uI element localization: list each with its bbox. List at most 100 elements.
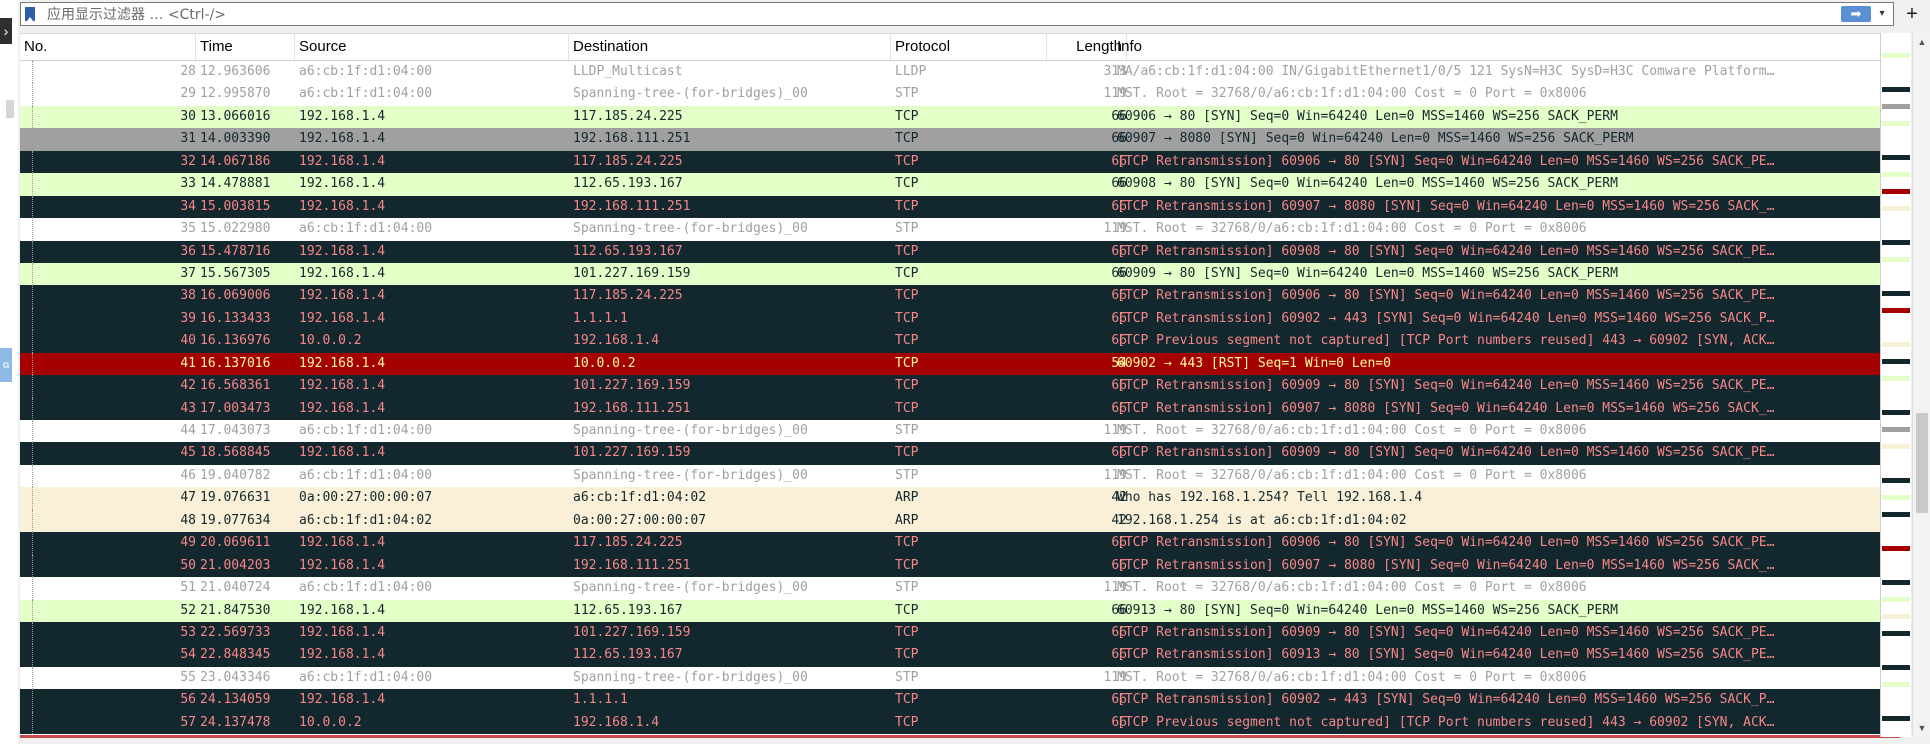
column-header-no[interactable]: No. bbox=[20, 34, 196, 60]
packet-row[interactable]: 31 14.003390 192.168.1.4 192.168.111.251 TCP… bbox=[20, 128, 1900, 151]
packet-info: [TCP Retransmission] 60906 → 80 [SYN] Se… bbox=[1117, 535, 1775, 551]
minimap-stripe bbox=[1882, 631, 1910, 636]
column-header-protocol[interactable]: Protocol bbox=[891, 34, 1047, 60]
packet-time: 18.568845 bbox=[200, 445, 271, 461]
packet-row[interactable]: 29 12.995870 a6:cb:1f:d1:04:00 Spanning-tre… bbox=[20, 83, 1900, 106]
bookmark-icon[interactable] bbox=[25, 7, 35, 21]
packet-no: 33 bbox=[180, 176, 196, 192]
minimap-stripe bbox=[1882, 325, 1910, 330]
packet-row[interactable]: 47 19.076631 0a:00:27:00:00:07 a6:cb:1f:d1:… bbox=[20, 487, 1900, 510]
vertical-scrollbar[interactable]: ▲ ▼ bbox=[1912, 33, 1930, 737]
packet-row[interactable]: 56 24.134059 192.168.1.4 1.1.1.1 TCP 66 [TCP R… bbox=[20, 689, 1900, 712]
packet-source: 192.168.1.4 bbox=[299, 108, 386, 124]
packet-length: 66 bbox=[1111, 714, 1127, 730]
column-header-source[interactable]: Source bbox=[295, 34, 569, 60]
packet-no: 49 bbox=[180, 535, 196, 551]
packet-destination: Spanning-tree-(for-bridges)_00 bbox=[573, 86, 808, 102]
packet-row[interactable]: 57 24.137478 10.0.0.2 192.168.1.4 TCP 66 [TCP … bbox=[20, 711, 1900, 735]
packet-no: 55 bbox=[180, 669, 196, 685]
packet-row[interactable]: 43 17.003473 192.168.1.4 192.168.111.251 TCP… bbox=[20, 397, 1900, 420]
minimap-stripe bbox=[1882, 274, 1910, 279]
packet-source: 192.168.1.4 bbox=[299, 400, 386, 416]
packet-destination: Spanning-tree-(for-bridges)_00 bbox=[573, 467, 808, 483]
packet-time: 21.040724 bbox=[200, 580, 271, 596]
packet-source: 192.168.1.4 bbox=[299, 445, 386, 461]
filter-dropdown-button[interactable]: ▾ bbox=[1875, 4, 1889, 24]
packet-time: 14.067186 bbox=[200, 153, 271, 169]
packet-row[interactable]: 51 21.040724 a6:cb:1f:d1:04:00 Spanning-tre… bbox=[20, 577, 1900, 600]
packet-row[interactable]: 45 18.568845 192.168.1.4 101.227.169.159 TCP… bbox=[20, 442, 1900, 465]
packet-row[interactable]: 55 23.043346 a6:cb:1f:d1:04:00 Spanning-tre… bbox=[20, 666, 1900, 690]
packet-info: MST. Root = 32768/0/a6:cb:1f:d1:04:00 Co… bbox=[1117, 86, 1587, 102]
packet-length: 66 bbox=[1111, 176, 1127, 192]
scroll-down-icon[interactable]: ▼ bbox=[1915, 721, 1929, 735]
packet-time: 12.995870 bbox=[200, 86, 271, 102]
packet-source: 192.168.1.4 bbox=[299, 198, 386, 214]
packet-protocol: STP bbox=[895, 467, 919, 483]
expand-arrow-icon[interactable]: › bbox=[0, 18, 12, 44]
packet-row[interactable]: 54 22.848345 192.168.1.4 112.65.193.167 TCP 6… bbox=[20, 644, 1900, 667]
packet-info: [TCP Retransmission] 60907 → 8080 [SYN] … bbox=[1117, 557, 1775, 573]
packet-row[interactable]: 37 15.567305 192.168.1.4 101.227.169.159 TCP… bbox=[20, 262, 1900, 286]
packet-row[interactable]: 35 15.022980 a6:cb:1f:d1:04:00 Spanning-tre… bbox=[20, 218, 1900, 241]
packet-row[interactable]: 42 16.568361 192.168.1.4 101.227.169.159 TCP… bbox=[20, 375, 1900, 398]
packet-row[interactable]: 28 12.963606 a6:cb:1f:d1:04:00 LLDP_Multica… bbox=[20, 61, 1900, 84]
packet-row[interactable]: 44 17.043073 a6:cb:1f:d1:04:00 Spanning-tre… bbox=[20, 420, 1900, 443]
packet-row[interactable]: 48 19.077634 a6:cb:1f:d1:04:02 0a:00:27:00:… bbox=[20, 509, 1900, 533]
display-filter-input[interactable] bbox=[45, 5, 1849, 25]
packet-row[interactable]: 40 16.136976 10.0.0.2 192.168.1.4 TCP 66 [TCP … bbox=[20, 330, 1900, 353]
packet-destination: 192.168.111.251 bbox=[573, 198, 691, 214]
packet-no: 48 bbox=[180, 512, 196, 528]
minimap-stripe bbox=[1882, 70, 1910, 75]
minimap-stripe bbox=[1882, 410, 1910, 415]
packet-source: a6:cb:1f:d1:04:00 bbox=[299, 221, 433, 237]
packet-no: 38 bbox=[180, 288, 196, 304]
packet-info: 60909 → 80 [SYN] Seq=0 Win=64240 Len=0 M… bbox=[1117, 265, 1618, 281]
column-header-info[interactable]: Info bbox=[1113, 34, 1900, 60]
packet-length: 66 bbox=[1111, 310, 1127, 326]
column-header-time[interactable]: Time bbox=[196, 34, 295, 60]
packet-row[interactable]: 30 13.066016 192.168.1.4 117.185.24.225 TCP 6… bbox=[20, 105, 1900, 129]
packet-time: 12.963606 bbox=[200, 64, 271, 79]
packet-no: 57 bbox=[180, 714, 196, 730]
packet-row[interactable]: 32 14.067186 192.168.1.4 117.185.24.225 TCP 6… bbox=[20, 150, 1900, 174]
scroll-up-icon[interactable]: ▲ bbox=[1915, 35, 1929, 49]
packet-info: [TCP Retransmission] 60907 → 8080 [SYN] … bbox=[1117, 198, 1775, 214]
column-header-destination[interactable]: Destination bbox=[569, 34, 891, 60]
packet-source: 192.168.1.4 bbox=[299, 624, 386, 640]
packet-row[interactable]: 41 16.137016 192.168.1.4 10.0.0.2 TCP 54 60902… bbox=[20, 352, 1900, 376]
side-tab-icon[interactable]: ⧉ bbox=[0, 348, 12, 382]
packet-protocol: TCP bbox=[895, 400, 919, 416]
minimap-stripe bbox=[1882, 546, 1910, 551]
packet-source: 192.168.1.4 bbox=[299, 265, 386, 281]
packet-row[interactable]: 36 15.478716 192.168.1.4 112.65.193.167 TCP 6… bbox=[20, 240, 1900, 263]
packet-no: 45 bbox=[180, 445, 196, 461]
packet-no: 54 bbox=[180, 647, 196, 663]
packet-row[interactable]: 53 22.569733 192.168.1.4 101.227.169.159 TCP… bbox=[20, 621, 1900, 645]
packet-time: 17.043073 bbox=[200, 423, 271, 438]
minimap-stripe bbox=[1882, 87, 1910, 92]
packet-row[interactable]: 50 21.004203 192.168.1.4 192.168.111.251 TCP… bbox=[20, 554, 1900, 578]
apply-filter-button[interactable]: ➡ bbox=[1841, 6, 1871, 22]
scrollbar-thumb[interactable] bbox=[1916, 413, 1928, 513]
packet-row[interactable]: 52 21.847530 192.168.1.4 112.65.193.167 TCP 6… bbox=[20, 599, 1900, 622]
packet-info: [TCP Previous segment not captured] [TCP… bbox=[1117, 714, 1775, 730]
packet-row[interactable]: 38 16.069006 192.168.1.4 117.185.24.225 TCP 6… bbox=[20, 285, 1900, 308]
packet-row[interactable]: 49 20.069611 192.168.1.4 117.185.24.225 TCP 6… bbox=[20, 532, 1900, 555]
packet-time: 17.003473 bbox=[200, 400, 271, 416]
minimap-stripe bbox=[1882, 597, 1910, 602]
packet-time: 21.847530 bbox=[200, 602, 271, 618]
packet-no: 50 bbox=[180, 557, 196, 573]
minimap-stripe bbox=[1882, 376, 1910, 381]
packet-length: 66 bbox=[1111, 378, 1127, 394]
packet-minimap[interactable] bbox=[1880, 33, 1911, 737]
add-filter-button[interactable]: + bbox=[1900, 2, 1924, 26]
packet-row[interactable]: 34 15.003815 192.168.1.4 192.168.111.251 TCP… bbox=[20, 195, 1900, 219]
packet-no: 46 bbox=[180, 467, 196, 483]
packet-row[interactable]: 33 14.478881 192.168.1.4 112.65.193.167 TCP 6… bbox=[20, 173, 1900, 196]
packet-time: 22.569733 bbox=[200, 624, 271, 640]
packet-row[interactable]: 46 19.040782 a6:cb:1f:d1:04:00 Spanning-tre… bbox=[20, 464, 1900, 488]
packet-protocol: TCP bbox=[895, 176, 919, 192]
packet-protocol: TCP bbox=[895, 333, 919, 349]
packet-row[interactable]: 39 16.133433 192.168.1.4 1.1.1.1 TCP 66 [TCP R… bbox=[20, 307, 1900, 331]
